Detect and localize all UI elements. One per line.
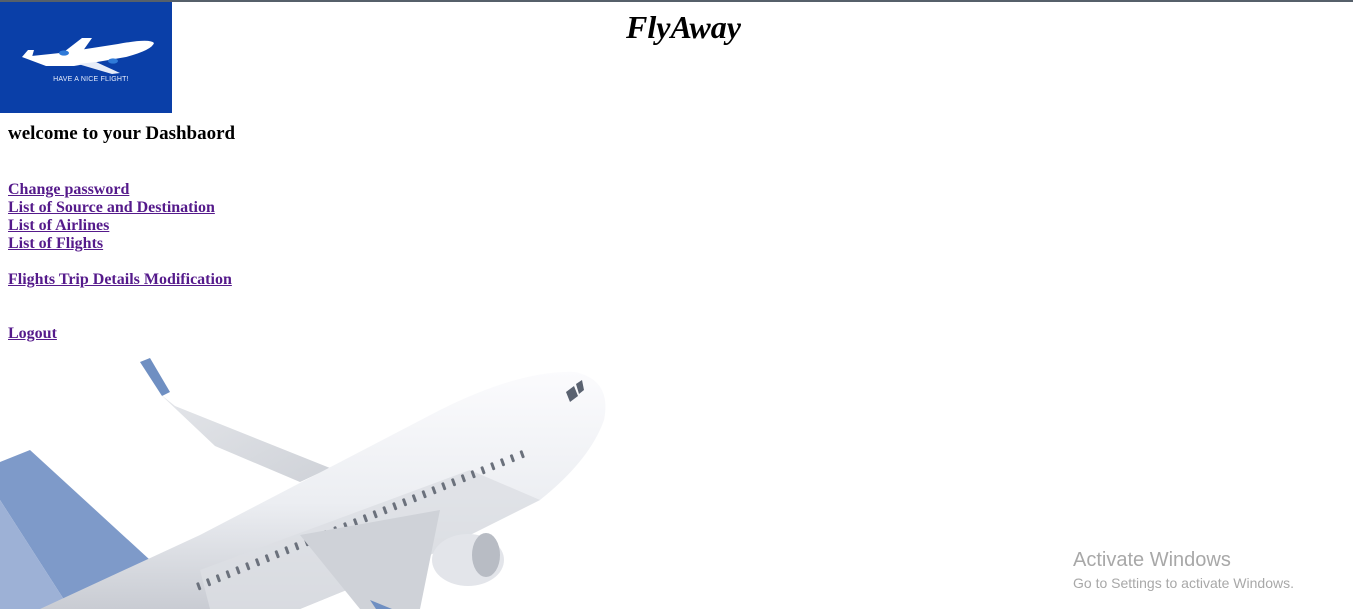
activate-windows-subtitle: Go to Settings to activate Windows. xyxy=(1073,575,1294,591)
source-destination-list-link[interactable]: List of Source and Destination xyxy=(8,199,215,217)
logo-tagline: HAVE A NICE FLIGHT! xyxy=(53,76,129,83)
flights-list-link[interactable]: List of Flights xyxy=(8,235,103,253)
app-title: FlyAway xyxy=(626,9,741,45)
airlines-list-link[interactable]: List of Airlines xyxy=(8,217,109,235)
activate-windows-title: Activate Windows xyxy=(1073,549,1231,571)
top-border xyxy=(0,0,1353,2)
welcome-heading: welcome to your Dashbaord xyxy=(8,123,236,144)
airplane-illustration xyxy=(0,358,606,609)
logout-link[interactable]: Logout xyxy=(8,325,57,343)
change-password-link[interactable]: Change password xyxy=(8,181,129,199)
trip-details-modification-link[interactable]: Flights Trip Details Modification xyxy=(8,271,232,289)
